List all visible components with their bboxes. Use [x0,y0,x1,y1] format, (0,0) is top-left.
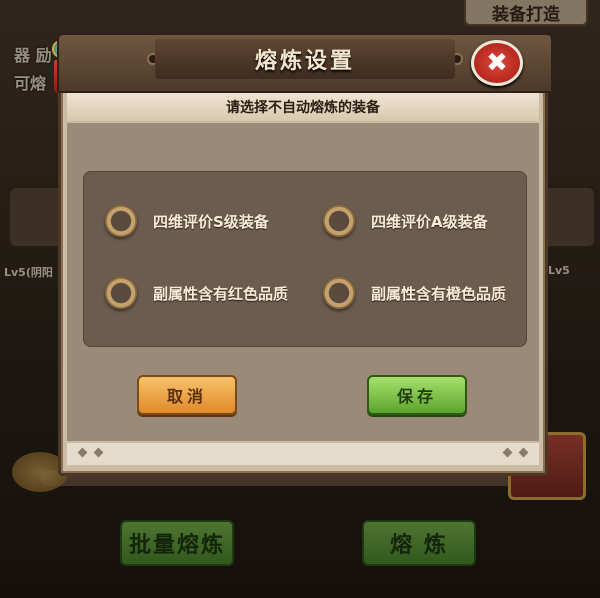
options-panel: 四维评价S级装备 四维评价A级装备 副属性含有红色品质 副属性含有橙色品质 [83,171,527,347]
option-red-quality[interactable]: 副属性含有红色品质 [105,277,288,309]
radio-icon[interactable] [323,277,355,309]
option-label: 副属性含有橙色品质 [371,284,507,303]
radio-icon[interactable] [105,205,137,237]
option-s-grade[interactable]: 四维评价S级装备 [105,205,269,237]
option-label: 四维评价S级装备 [153,212,269,231]
smelt-settings-dialog: 熔炼设置 请选择不自动熔炼的装备 四维评价S级装备 四维评价A级装备 副属性含有… [57,33,553,476]
dialog-body: 四维评价S级装备 四维评价A级装备 副属性含有红色品质 副属性含有橙色品质 取消… [67,123,539,441]
radio-icon[interactable] [323,205,355,237]
option-label: 副属性含有红色品质 [153,284,289,303]
diamond-icon [502,447,513,458]
radio-icon[interactable] [105,277,137,309]
option-label: 四维评价A级装备 [371,212,488,231]
diamond-icon [77,447,88,458]
cancel-button[interactable]: 取消 [137,375,237,415]
option-orange-quality[interactable]: 副属性含有橙色品质 [323,277,506,309]
save-button[interactable]: 保存 [367,375,467,415]
dialog-subtitle: 请选择不自动熔炼的装备 [67,93,539,121]
diamond-icon [518,447,529,458]
close-icon[interactable]: ✖ [471,40,523,86]
option-a-grade[interactable]: 四维评价A级装备 [323,205,488,237]
dialog-footer [67,443,539,465]
dialog-title: 熔炼设置 [155,39,455,79]
diamond-icon [93,447,104,458]
